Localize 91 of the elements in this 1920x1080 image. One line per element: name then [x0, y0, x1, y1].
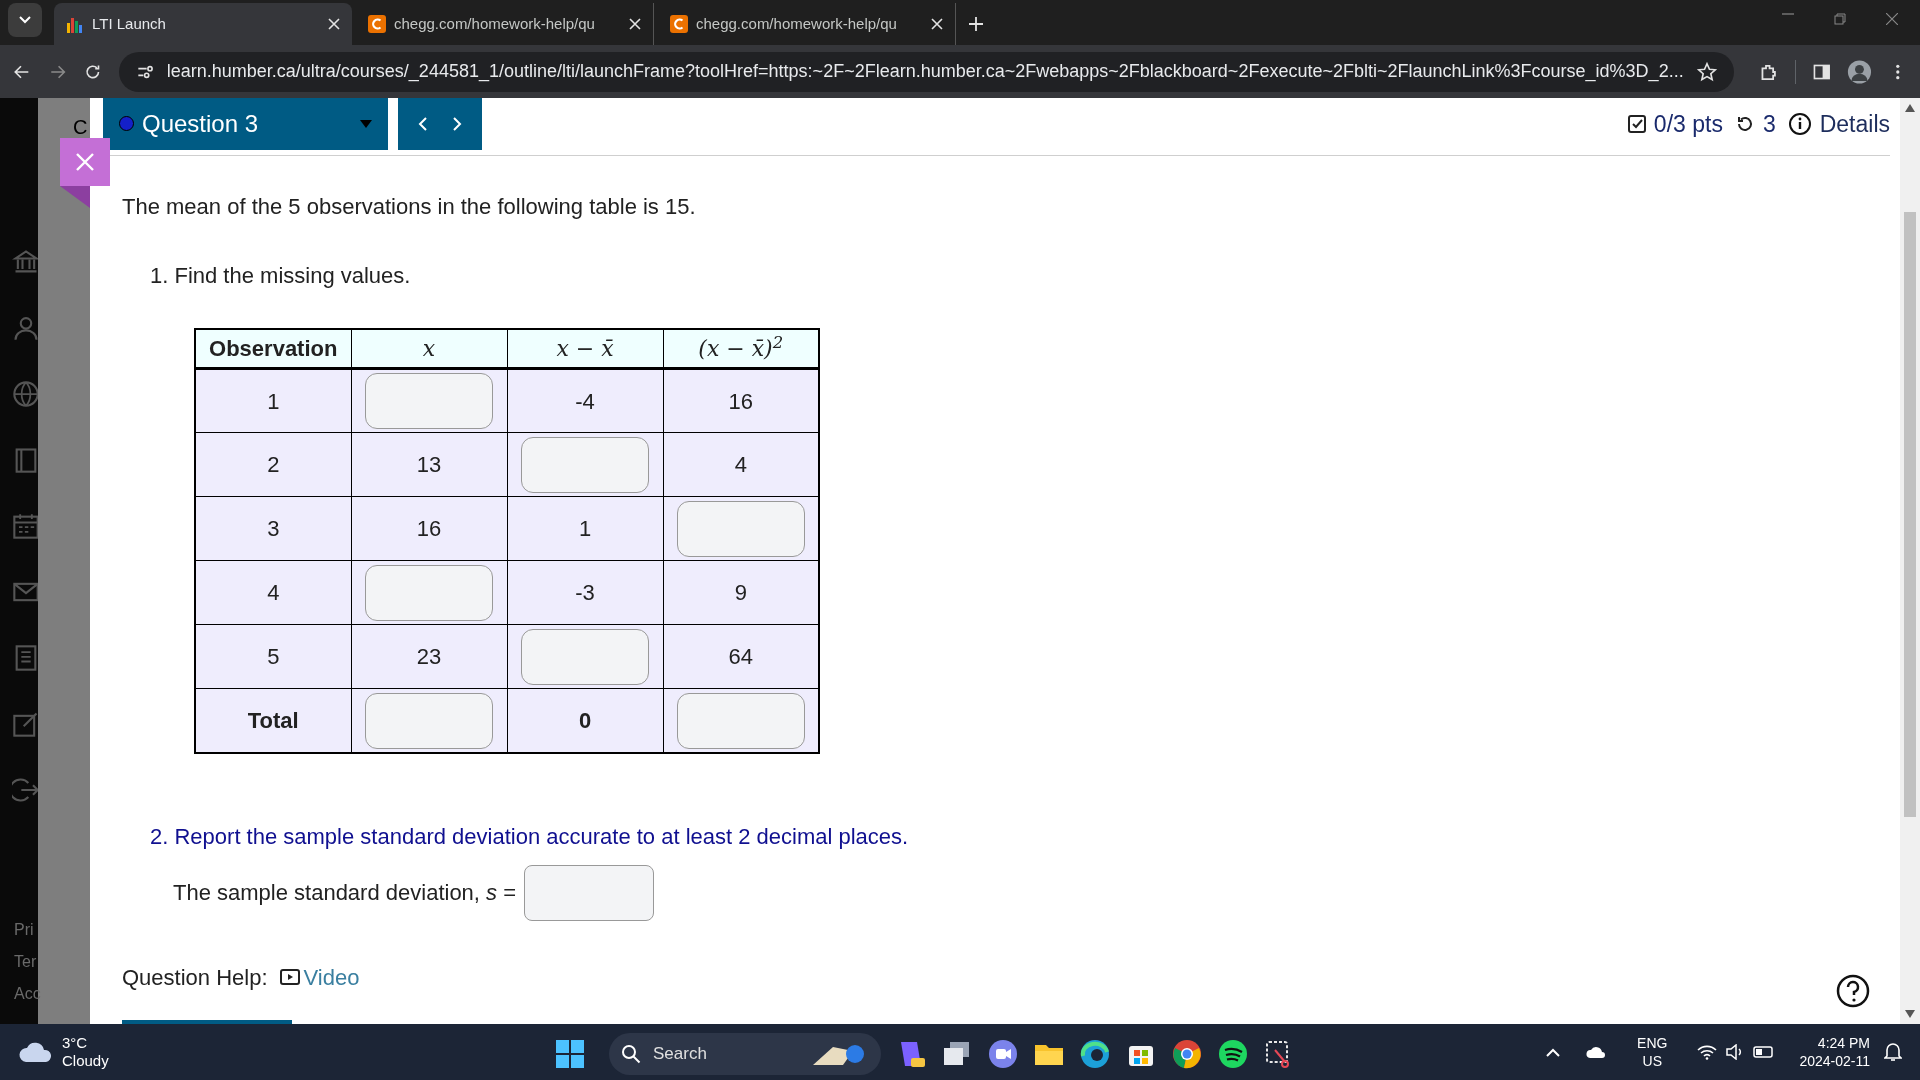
- footer-link[interactable]: Ter: [14, 949, 41, 974]
- column-header: (x − x̄)$^{2}$: [663, 328, 819, 369]
- video-icon: [279, 969, 300, 986]
- question-title: Question 3: [142, 108, 260, 139]
- table-cell: 4: [195, 560, 351, 625]
- bar-chart-icon: [66, 15, 84, 34]
- site-favicon-icon: [670, 15, 688, 34]
- table-cell: 13: [351, 432, 507, 497]
- star-icon[interactable]: [1695, 60, 1718, 83]
- next-icon[interactable]: [451, 115, 463, 132]
- table-cell: 9: [663, 560, 819, 625]
- close-button[interactable]: [60, 137, 110, 186]
- table-cell: 1: [507, 496, 663, 561]
- table-cell: 2: [195, 432, 351, 497]
- table-cell: 16: [351, 496, 507, 561]
- table-cell: Total: [195, 688, 351, 753]
- scroll-down-icon[interactable]: [1905, 1009, 1915, 1018]
- tab-search-icon[interactable]: [8, 3, 42, 38]
- clock[interactable]: 4:24 PM 2024-02-11: [1799, 1033, 1870, 1070]
- previous-icon[interactable]: [417, 115, 429, 132]
- browser-tab[interactable]: LTI Launch: [54, 3, 352, 46]
- scrollbar-thumb[interactable]: [1904, 211, 1916, 817]
- scroll-up-icon[interactable]: [1905, 103, 1915, 112]
- answer-field[interactable]: [524, 864, 655, 921]
- close-tab-icon[interactable]: [328, 18, 340, 31]
- answer-field[interactable]: [365, 692, 493, 749]
- column-header: x − x̄: [507, 328, 663, 369]
- chevron-up-icon[interactable]: [1545, 1046, 1562, 1057]
- video-call-icon[interactable]: [987, 1037, 1019, 1070]
- column-header: Observation: [195, 328, 351, 369]
- help-icon[interactable]: [1836, 973, 1870, 1008]
- weather-text[interactable]: Cloudy: [62, 1051, 109, 1070]
- table-cell: 23: [351, 624, 507, 689]
- column-header: x: [351, 328, 507, 369]
- attempts-count: 3: [1762, 109, 1776, 139]
- question-dropdown[interactable]: Question 3: [103, 97, 388, 150]
- globe-icon[interactable]: [12, 379, 40, 408]
- battery-icon[interactable]: [1753, 1044, 1776, 1059]
- help-label: Question Help:: [122, 963, 268, 992]
- checkbox-icon: [1627, 114, 1646, 133]
- table-cell: 64: [663, 624, 819, 689]
- video-link[interactable]: Video: [303, 960, 360, 994]
- temperature-text[interactable]: 3°C: [62, 1033, 109, 1052]
- cloud-icon[interactable]: [1585, 1044, 1608, 1059]
- chrome-icon[interactable]: [1171, 1037, 1203, 1070]
- table-cell: 1: [195, 368, 351, 433]
- url-text: learn.humber.ca/ultra/courses/_244581_1/outline/lti/launchFrame?toolHref=https:~2F~2Flearn.humber.ca~2Fwebapps~2Fblackboard~2Fexecute~2Fblti~2FlaunchLink%3Fcourse_id%3D_2...: [166, 60, 1684, 84]
- calendar-icon[interactable]: [12, 511, 40, 540]
- table-cell: -4: [507, 368, 663, 433]
- instruction-text: 1. Find the missing values.: [150, 261, 412, 290]
- table-cell: -3: [507, 560, 663, 625]
- close-icon: [75, 151, 95, 172]
- table-cell: 0: [507, 688, 663, 753]
- restore-icon[interactable]: [1834, 13, 1846, 26]
- wifi-icon[interactable]: [1697, 1043, 1718, 1060]
- music-app-icon[interactable]: [1217, 1037, 1249, 1070]
- table-cell: 5: [195, 624, 351, 689]
- instruction-text: 2. Report the sample standard deviation accurate to at least 2 decimal places.: [150, 822, 910, 851]
- answer-field[interactable]: [365, 373, 493, 430]
- address-bar[interactable]: learn.humber.ca/ultra/courses/_244581_1/outline/lti/launchFrame?toolHref=https:~2F~2Flearn.humber.ca~2Fwebapps~2Fblackboard~2Fexecute~2Fblti~2FlaunchLink%3Fcourse_id%3D_2...: [118, 51, 1734, 92]
- table-cell: 16: [663, 368, 819, 433]
- answer-field[interactable]: [676, 500, 805, 557]
- table-cell: 3: [195, 496, 351, 561]
- sign-out-icon[interactable]: [12, 775, 40, 804]
- answer-field[interactable]: [521, 628, 649, 685]
- close-tab-icon[interactable]: [629, 18, 641, 31]
- taskbar-search-field[interactable]: Search: [609, 1032, 881, 1075]
- answer-field[interactable]: [676, 692, 805, 749]
- table-cell: 4: [663, 432, 819, 497]
- browser-icon[interactable]: [1079, 1037, 1111, 1070]
- score-text: 0/3 pts: [1653, 109, 1723, 139]
- site-favicon-icon: [368, 15, 386, 34]
- answer-field[interactable]: [365, 564, 493, 621]
- question-text: The mean of the 5 observations in the following table is 15.: [122, 192, 697, 221]
- notification-bell-icon[interactable]: [1884, 1041, 1902, 1062]
- new-tab-icon[interactable]: [968, 16, 984, 33]
- close-window-icon[interactable]: [1886, 13, 1898, 26]
- course-label: C: [73, 114, 88, 140]
- details-link[interactable]: Details: [1819, 106, 1890, 142]
- profile-avatar-icon[interactable]: [1847, 57, 1873, 86]
- caret-icon: [360, 119, 372, 128]
- language-indicator[interactable]: ENG US: [1637, 1033, 1668, 1070]
- start-icon[interactable]: [555, 1038, 585, 1069]
- footer-link[interactable]: Pri: [14, 917, 41, 942]
- search-icon: [621, 1043, 641, 1064]
- answer-label: The sample standard deviation, s =: [173, 879, 517, 908]
- minimize-icon[interactable]: [1782, 13, 1794, 16]
- ribbon-fold-icon: [60, 185, 90, 208]
- answer-field[interactable]: [521, 436, 649, 493]
- info-icon[interactable]: [1787, 111, 1812, 136]
- close-tab-icon[interactable]: [931, 18, 943, 31]
